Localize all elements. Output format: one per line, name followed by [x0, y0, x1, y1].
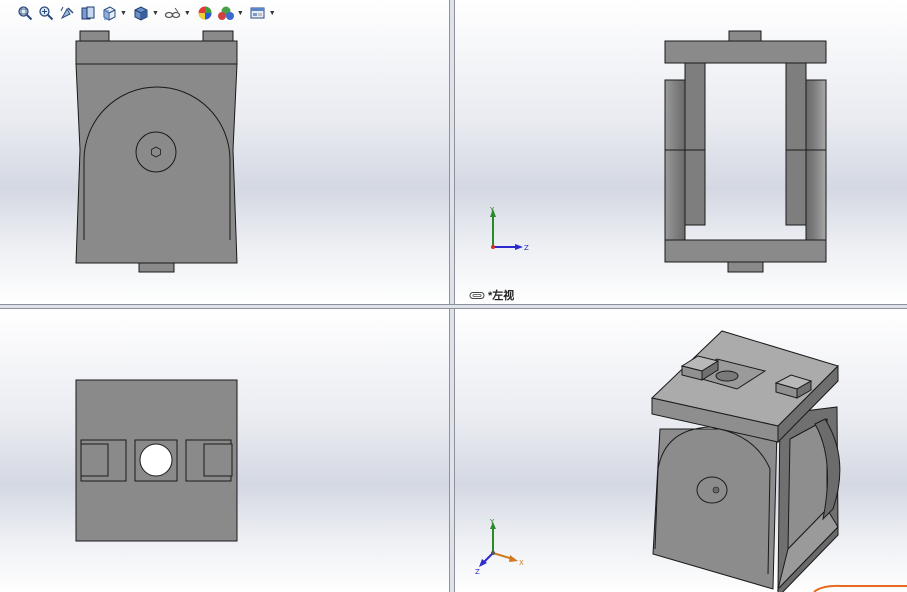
x-axis-label: X [519, 559, 524, 567]
selection-corner-mark [813, 584, 907, 592]
viewport-front[interactable]: ▼ ▼ ▼ ▼ ▼ [0, 0, 449, 304]
viewport-top[interactable] [0, 309, 449, 592]
link-icon [469, 291, 485, 299]
top-view-model[interactable] [0, 309, 449, 592]
top-plate [75, 40, 238, 65]
axis-triad: Y Z [489, 206, 529, 252]
view-name-text: *左视 [488, 290, 515, 302]
viewport-splitter-vertical[interactable] [449, 0, 455, 592]
top-tab-right [202, 30, 234, 42]
pivot-hole [135, 131, 177, 173]
y-axis-label: Y [489, 206, 495, 214]
bottom-tab [138, 262, 175, 273]
y-axis-label: Y [489, 518, 495, 526]
top-tab-left [79, 30, 110, 42]
z-axis-label: Z [475, 568, 480, 576]
left-view-model[interactable] [455, 0, 907, 304]
front-view-model[interactable] [0, 0, 449, 304]
z-axis-label: Z [524, 244, 529, 252]
axis-triad: Y Z X [475, 518, 524, 576]
view-name-label: *左视 [469, 287, 514, 303]
viewport-splitter-horizontal[interactable] [0, 304, 907, 309]
viewport-isometric[interactable]: Y Z X [455, 309, 907, 592]
viewport-left[interactable]: Y Z *左视 [455, 0, 907, 304]
